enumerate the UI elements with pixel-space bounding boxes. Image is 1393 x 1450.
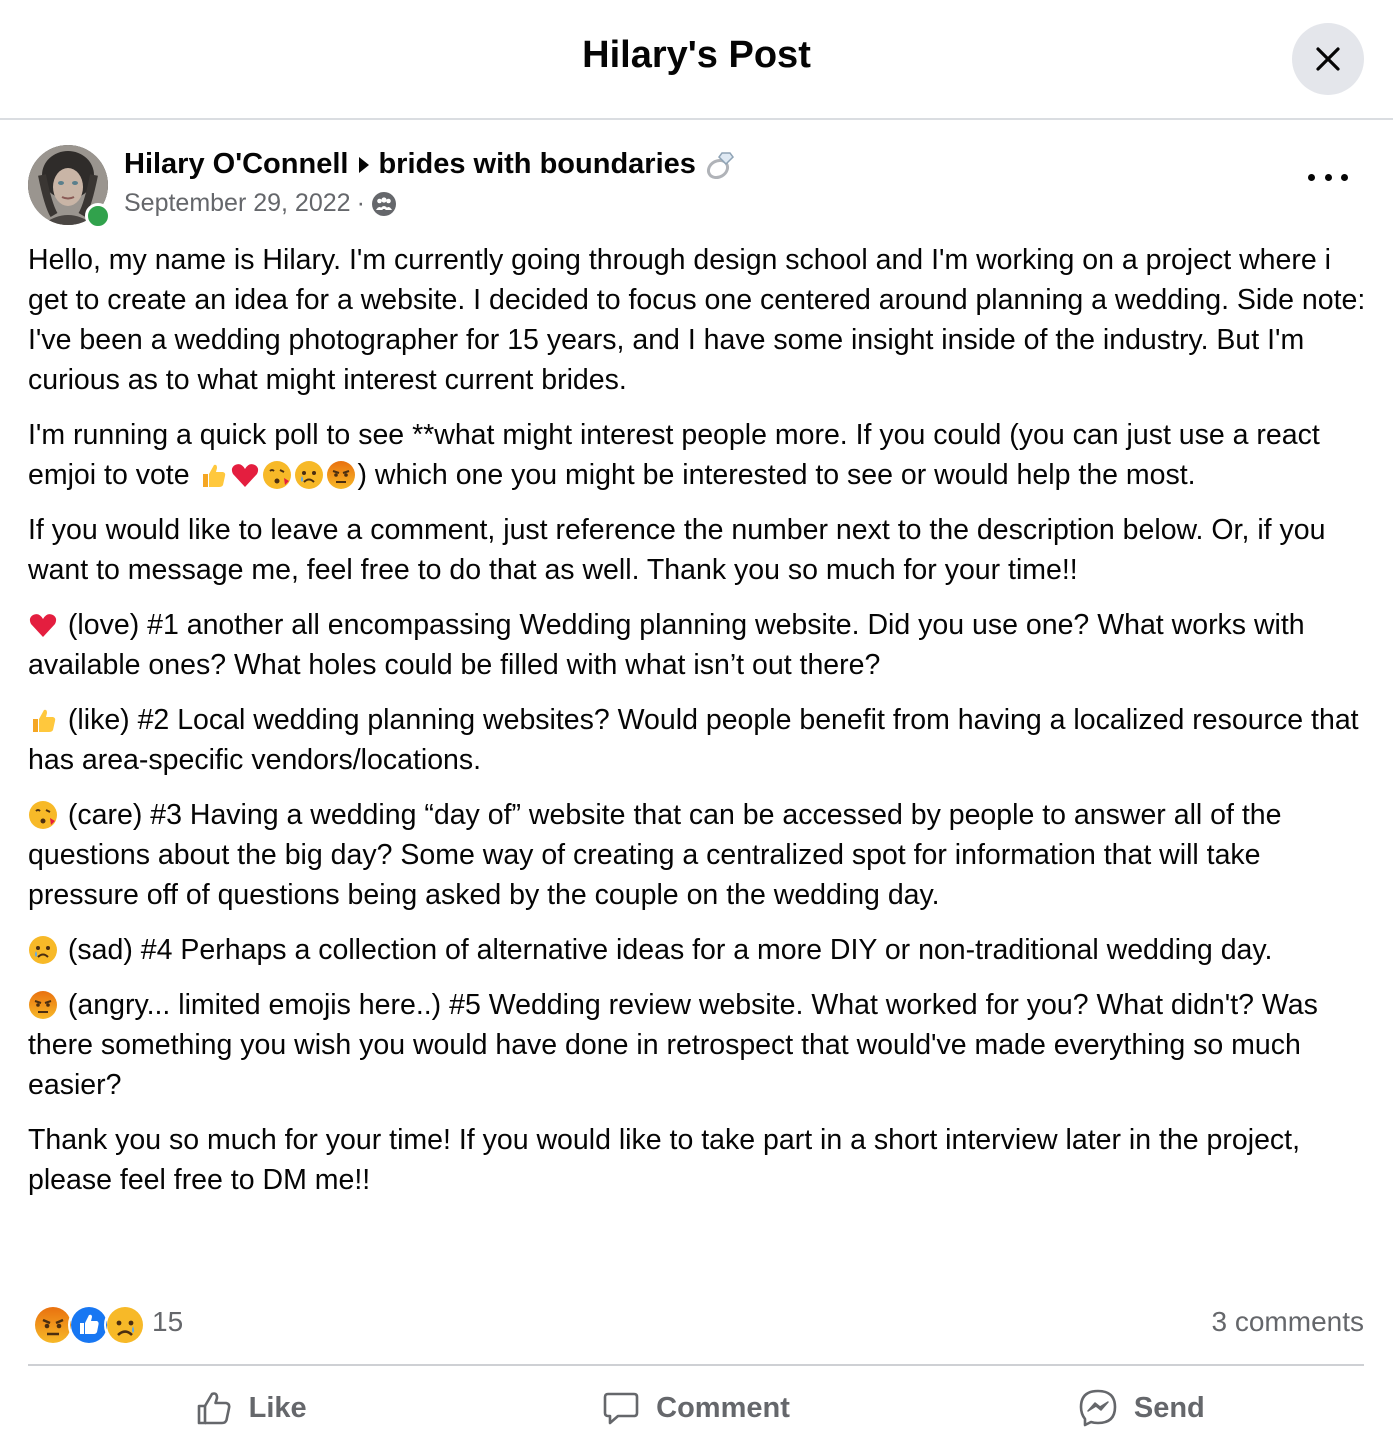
comment-button[interactable]: Comment — [473, 1380, 918, 1436]
post-paragraph: If you would like to leave a comment, ju… — [28, 514, 1326, 586]
heart-emoji-icon — [230, 460, 260, 490]
heart-emoji-icon — [28, 610, 58, 640]
thumbs-up-icon — [197, 1392, 231, 1425]
reaction-icons[interactable] — [32, 1304, 146, 1346]
angry-face-emoji-icon — [28, 990, 58, 1020]
more-options-icon — [1308, 173, 1315, 181]
poll-option-like: (like) #2 Local wedding planning website… — [28, 704, 1359, 776]
group-name[interactable]: brides with boundaries — [378, 148, 695, 181]
separator-dot: · — [356, 189, 365, 217]
comment-label: Comment — [656, 1391, 790, 1424]
poll-option-sad: (sad) #4 Perhaps a collection of alterna… — [28, 930, 1368, 970]
post-paragraph-poll: I'm running a quick poll to see **what m… — [28, 419, 1320, 491]
caret-right-icon — [358, 156, 370, 174]
comments-count[interactable]: 3 comments — [1212, 1306, 1365, 1338]
send-button[interactable]: Send — [919, 1380, 1364, 1436]
like-button[interactable]: Like — [28, 1380, 473, 1436]
kissing-face-emoji-icon — [28, 800, 58, 830]
kissing-face-emoji-icon — [262, 460, 292, 490]
speech-bubble-icon — [603, 1392, 639, 1425]
close-button[interactable] — [1292, 23, 1364, 95]
dialog-title: Hilary's Post — [582, 34, 811, 76]
sad-face-emoji-icon — [294, 460, 324, 490]
post-paragraph: Hello, my name is Hilary. I'm currently … — [28, 244, 1366, 396]
sad-face-emoji-icon — [28, 935, 58, 965]
poll-option-love: (love) #1 another all encompassing Weddi… — [28, 609, 1305, 681]
more-options-button[interactable] — [1308, 162, 1348, 192]
poll-option-care: (care) #3 Having a wedding “day of” webs… — [28, 799, 1282, 911]
dialog-header: Hilary's Post — [0, 0, 1393, 120]
post-body: Hello, my name is Hilary. I'm currently … — [28, 240, 1368, 1215]
post-paragraph: Thank you so much for your time! If you … — [28, 1124, 1301, 1196]
action-bar: Like Comment Send — [28, 1380, 1364, 1436]
thumbs-up-emoji-icon — [28, 705, 58, 735]
post-date[interactable]: September 29, 2022 — [124, 189, 351, 218]
author-name[interactable]: Hilary O'Connell — [124, 148, 348, 181]
post-date-line: September 29, 2022 · — [124, 189, 736, 218]
thumbs-up-emoji-icon — [198, 460, 228, 490]
angry-face-emoji-icon — [326, 460, 356, 490]
author-line: Hilary O'Connell brides with boundaries — [124, 148, 736, 181]
send-label: Send — [1133, 1391, 1205, 1424]
messenger-icon — [1079, 1389, 1117, 1427]
reaction-count[interactable]: 15 — [152, 1306, 183, 1338]
reactions-summary: 15 3 comments — [28, 1302, 1364, 1346]
ring-icon — [704, 149, 736, 181]
close-icon — [1316, 47, 1340, 71]
sad-reaction-icon — [104, 1304, 146, 1346]
like-label: Like — [248, 1391, 307, 1424]
group-privacy-icon — [371, 191, 396, 216]
online-status-indicator — [85, 203, 111, 229]
divider — [28, 1364, 1364, 1366]
post-header: Hilary O'Connell brides with boundaries … — [0, 120, 1393, 229]
poll-option-angry: (angry... limited emojis here..) #5 Wedd… — [28, 989, 1318, 1101]
post-meta: Hilary O'Connell brides with boundaries … — [124, 148, 736, 218]
